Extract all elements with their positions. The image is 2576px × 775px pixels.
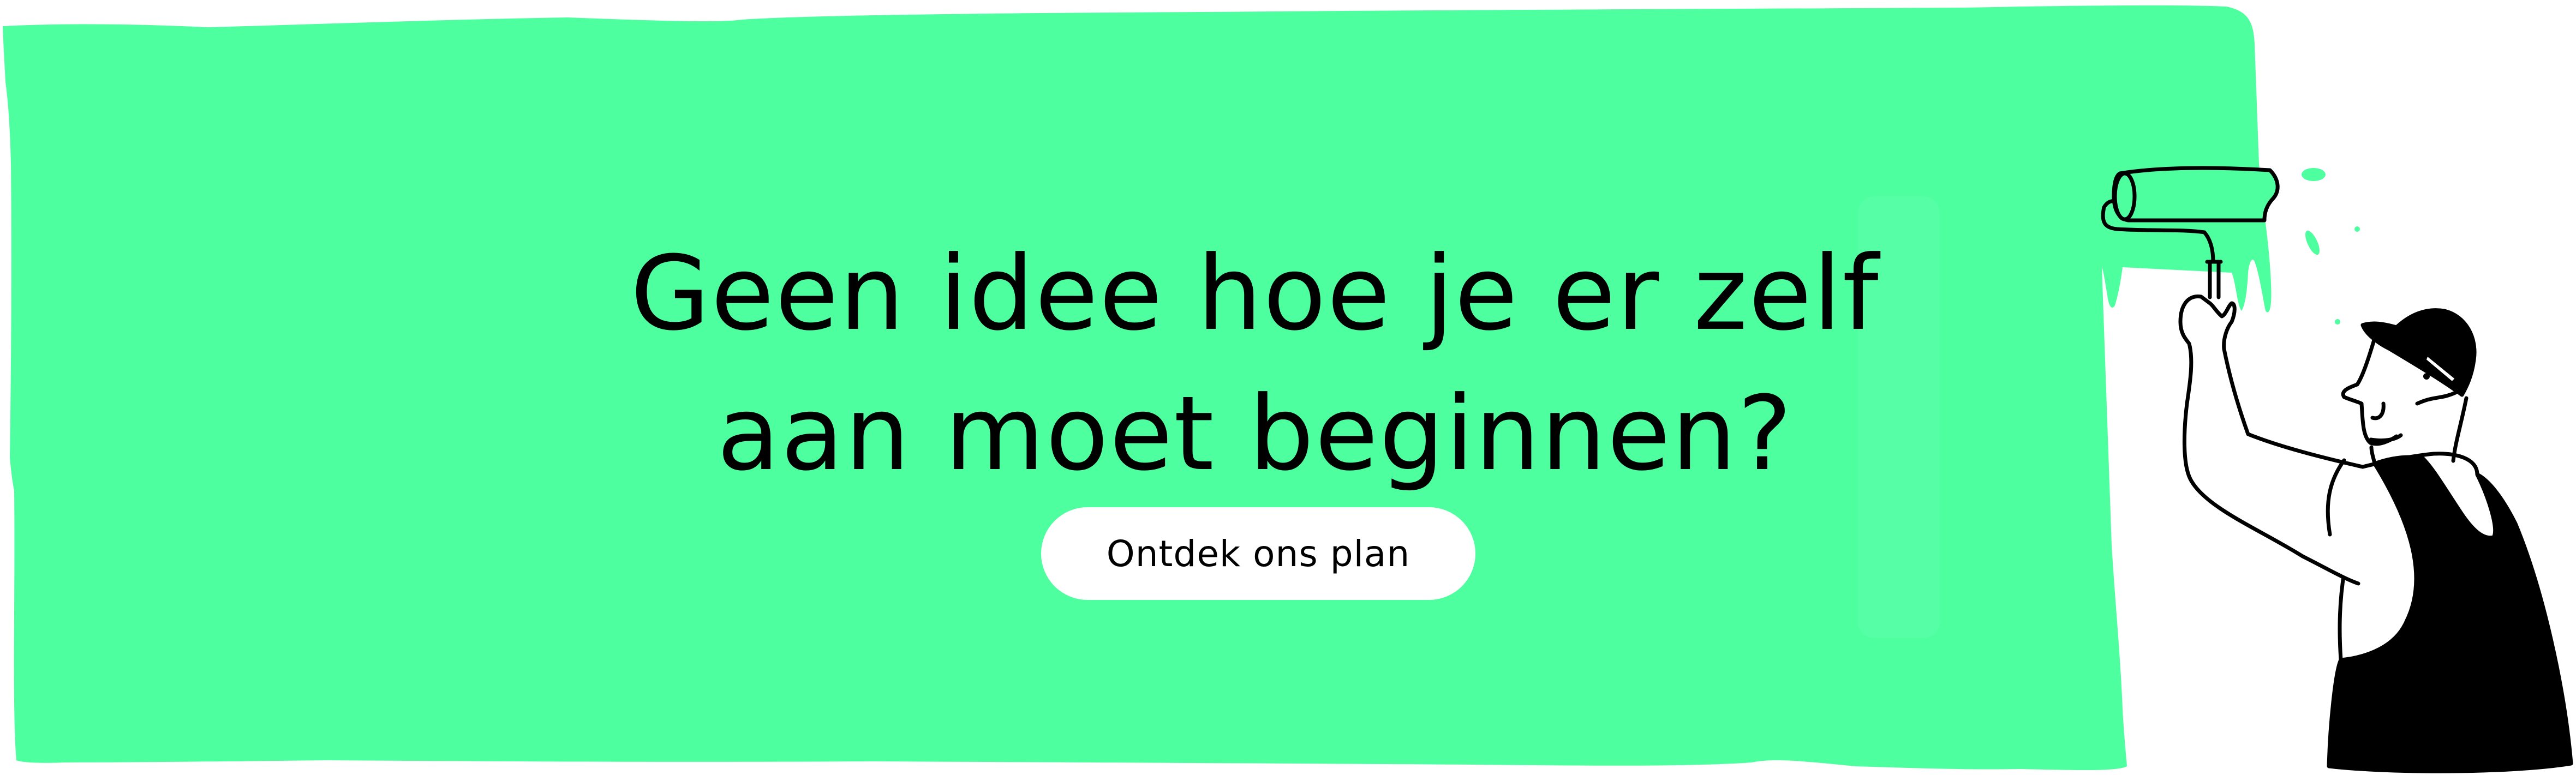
banner-headline: Geen idee hoe je er zelf aan moet beginn… <box>573 224 1937 504</box>
painter-overalls <box>2327 455 2573 773</box>
paint-splatter <box>2302 168 2326 181</box>
paint-roller-end <box>2113 171 2137 221</box>
painter-arm <box>2178 295 2365 586</box>
painter-ear <box>2415 390 2458 406</box>
headline-line-2: aan moet beginnen? <box>716 374 1794 494</box>
discover-plan-button[interactable]: Ontdek ons plan <box>1041 507 1475 600</box>
paint-splatter <box>2305 230 2320 255</box>
paint-roller-icon <box>2112 166 2280 223</box>
promo-banner: Geen idee hoe je er zelf aan moet beginn… <box>0 0 2576 775</box>
painter-eye <box>2423 373 2430 380</box>
paint-splatter <box>2335 319 2340 325</box>
headline-line-1: Geen idee hoe je er zelf <box>630 234 1880 353</box>
paint-splatter <box>2354 226 2360 232</box>
